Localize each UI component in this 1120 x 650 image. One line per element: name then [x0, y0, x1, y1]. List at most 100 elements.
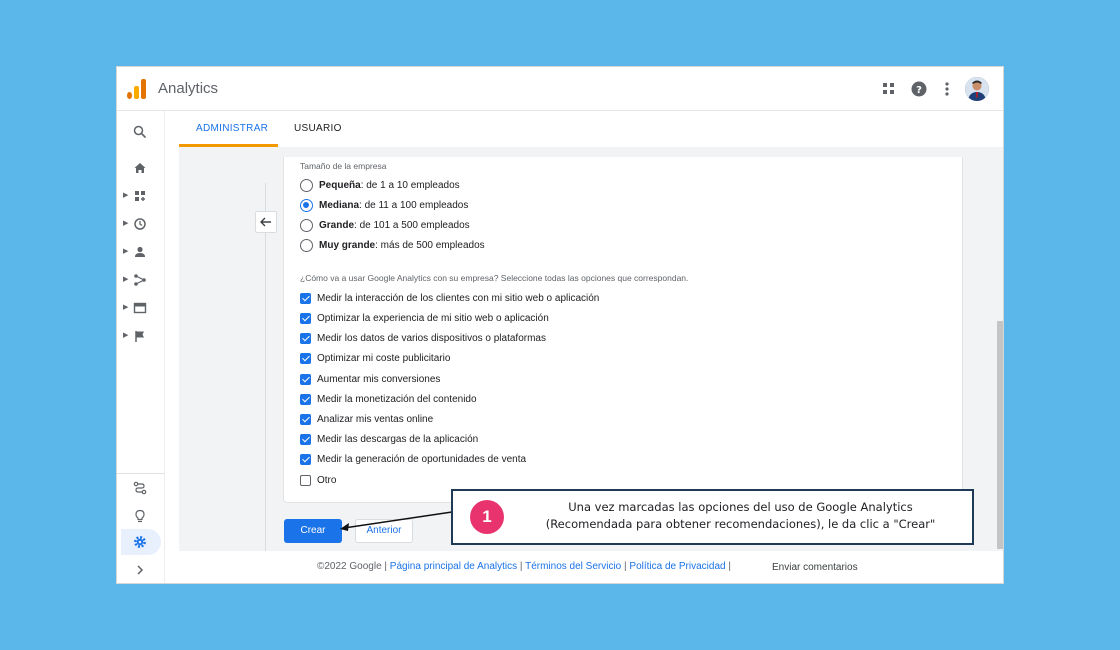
send-feedback-link[interactable]: Enviar comentarios: [772, 562, 858, 573]
radio-button-selected[interactable]: [300, 198, 313, 212]
checkbox-checked[interactable]: [300, 292, 311, 304]
checkbox-checked[interactable]: [300, 413, 311, 425]
checkbox-label: Medir las descargas de la aplicación: [317, 433, 479, 445]
usage-question-label: ¿Cómo va a usar Google Analytics con su …: [300, 273, 689, 283]
checkbox-checked[interactable]: [300, 373, 311, 385]
search-icon: [133, 125, 147, 139]
link-terms[interactable]: Términos del Servicio: [525, 561, 621, 572]
top-bar: Analytics ?: [117, 67, 1003, 111]
callout-line-2: (Recomendada para obtener recomendacione…: [545, 517, 936, 531]
sidebar-item-audience[interactable]: ▶: [117, 241, 165, 263]
apps-grid-icon[interactable]: [879, 79, 899, 99]
checkbox-label: Optimizar la experiencia de mi sitio web…: [317, 312, 549, 324]
radio-pequena[interactable]: Pequeña: de 1 a 10 empleados: [300, 177, 460, 193]
sidebar-expand[interactable]: [133, 563, 147, 582]
flag-icon: [135, 331, 144, 342]
checkbox-checked[interactable]: [300, 352, 311, 364]
gear-icon: [134, 536, 146, 548]
app-title: Analytics: [158, 80, 219, 97]
lightbulb-icon: [135, 509, 145, 523]
checkbox-label: Aumentar mis conversiones: [317, 373, 441, 385]
person-icon: [135, 246, 145, 257]
separator: |: [725, 561, 731, 572]
scrollbar[interactable]: [997, 147, 1003, 551]
radio-mediana[interactable]: Mediana: de 11 a 100 empleados: [300, 197, 468, 213]
copyright-text: ©2022 Google: [317, 561, 382, 572]
admin-tabs: ADMINISTRAR USUARIO: [165, 111, 1003, 147]
checkbox-checked[interactable]: [300, 393, 311, 405]
left-sidebar: ▶ ▶ ▶ ▶ ▶ ▶: [117, 111, 165, 583]
checkbox-label: Optimizar mi coste publicitario: [317, 352, 451, 364]
checkbox-row[interactable]: Otro: [300, 472, 336, 488]
option-detail: : más de 500 empleados: [375, 239, 485, 251]
checkbox-row[interactable]: Medir los datos de varios dispositivos o…: [300, 330, 546, 346]
stepper-rail: [265, 183, 266, 553]
sidebar-item-conversions[interactable]: ▶: [117, 325, 165, 347]
radio-button[interactable]: [300, 238, 313, 252]
sidebar-item-customization[interactable]: ▶: [117, 185, 165, 207]
analytics-logo-icon: [127, 79, 147, 99]
home-icon: [134, 163, 146, 173]
arrow-back-icon: [260, 217, 271, 227]
checkbox-row[interactable]: Optimizar la experiencia de mi sitio web…: [300, 310, 549, 326]
caret-right-icon: ▶: [123, 304, 129, 311]
radio-button[interactable]: [300, 178, 313, 192]
more-vert-icon[interactable]: [937, 79, 957, 99]
checkbox-row[interactable]: Medir la generación de oportunidades de …: [300, 451, 526, 467]
radio-muy-grande[interactable]: Muy grande: más de 500 empleados: [300, 237, 485, 253]
caret-right-icon: ▶: [123, 248, 129, 255]
scrollbar-thumb[interactable]: [997, 321, 1003, 549]
option-detail: : de 1 a 10 empleados: [360, 179, 460, 191]
checkbox-row[interactable]: Medir la interacción de los clientes con…: [300, 290, 599, 306]
checkbox-label: Medir la generación de oportunidades de …: [317, 453, 527, 465]
option-detail: : de 101 a 500 empleados: [354, 219, 470, 231]
checkbox-row[interactable]: Analizar mis ventas online: [300, 411, 433, 427]
sidebar-search[interactable]: [117, 121, 165, 143]
caret-right-icon: ▶: [123, 220, 129, 227]
sidebar-item-realtime[interactable]: ▶: [117, 213, 165, 235]
separator: |: [517, 561, 526, 572]
sidebar-item-discover[interactable]: [117, 505, 165, 527]
help-icon[interactable]: ?: [909, 79, 929, 99]
separator: |: [381, 561, 390, 572]
link-analytics-home[interactable]: Página principal de Analytics: [390, 561, 517, 572]
radio-button[interactable]: [300, 218, 313, 232]
step-number-badge: 1: [470, 500, 504, 534]
checkbox-label: Otro: [317, 474, 337, 486]
checkbox-row[interactable]: Aumentar mis conversiones: [300, 371, 440, 387]
checkbox-row[interactable]: Optimizar mi coste publicitario: [300, 350, 450, 366]
sidebar-item-home[interactable]: [117, 157, 165, 179]
option-detail: : de 11 a 100 empleados: [359, 199, 469, 211]
checkbox-checked[interactable]: [300, 332, 311, 344]
create-button[interactable]: Crear: [284, 519, 342, 543]
checkbox-unchecked[interactable]: [300, 474, 311, 486]
tutorial-callout: 1 Una vez marcadas las opciones del uso …: [451, 489, 974, 545]
back-button[interactable]: [255, 211, 277, 233]
checkbox-label: Medir los datos de varios dispositivos o…: [317, 332, 546, 344]
option-name: Pequeña: [319, 179, 361, 191]
callout-line-1: Una vez marcadas las opciones del uso de…: [568, 500, 913, 514]
sidebar-divider: [117, 473, 165, 474]
annotation-arrow: [340, 511, 453, 531]
sidebar-item-admin[interactable]: [121, 529, 161, 555]
checkbox-row[interactable]: Medir la monetización del contenido: [300, 391, 477, 407]
tab-usuario[interactable]: USUARIO: [294, 123, 342, 134]
checkbox-checked[interactable]: [300, 433, 311, 445]
caret-right-icon: ▶: [123, 332, 129, 339]
sidebar-item-acquisition[interactable]: ▶: [117, 269, 165, 291]
radio-grande[interactable]: Grande: de 101 a 500 empleados: [300, 217, 470, 233]
sidebar-item-attribution[interactable]: [117, 477, 165, 499]
sidebar-item-behavior[interactable]: ▶: [117, 297, 165, 319]
tab-administrar[interactable]: ADMINISTRAR: [196, 123, 268, 134]
checkbox-checked[interactable]: [300, 312, 311, 324]
option-name: Muy grande: [319, 239, 376, 251]
checkbox-label: Medir la interacción de los clientes con…: [317, 292, 600, 304]
checkbox-checked[interactable]: [300, 453, 311, 465]
account-avatar[interactable]: [965, 77, 989, 101]
link-privacy[interactable]: Política de Privacidad: [629, 561, 725, 572]
checkbox-label: Analizar mis ventas online: [317, 413, 434, 425]
dashboard-icon: [135, 191, 145, 201]
checkbox-row[interactable]: Medir las descargas de la aplicación: [300, 431, 478, 447]
chevron-right-icon: [137, 565, 144, 575]
company-size-label: Tamaño de la empresa: [300, 161, 387, 171]
